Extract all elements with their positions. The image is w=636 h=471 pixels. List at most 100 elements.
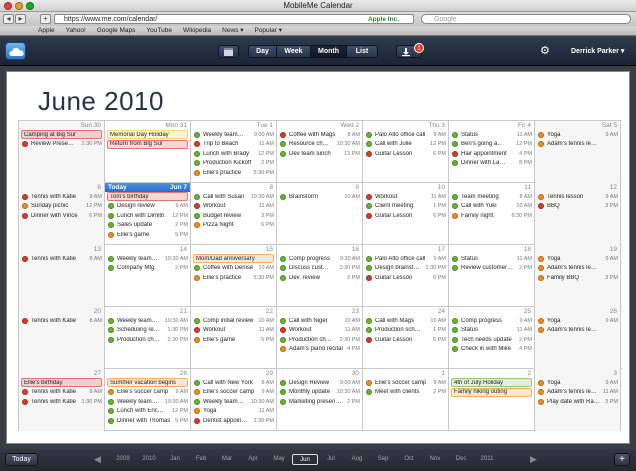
calendar-event[interactable]: Dinner with Vince 6 PM [19, 211, 104, 221]
month-view-button[interactable]: Month [311, 46, 347, 57]
bookmark-item[interactable]: Wikipedia [183, 26, 211, 35]
bookmark-item[interactable]: Google Maps [97, 26, 136, 35]
timeline-month[interactable]: Jul [318, 454, 344, 465]
timeline-left-arrow-icon[interactable]: ◀ [94, 454, 101, 465]
bookmark-item[interactable]: Apple [38, 26, 55, 35]
timeline-month[interactable]: Apr [240, 454, 266, 465]
calendar-event[interactable]: Company Mtg. 2 PM [105, 264, 190, 274]
calendar-event[interactable]: Budget review 3 PM [191, 211, 276, 221]
timeline-month[interactable]: Oct [396, 454, 422, 465]
calendar-event[interactable]: Workout 11 AM [277, 326, 362, 336]
calendar-event[interactable]: Adam's tennis le… 11 AM [535, 388, 620, 398]
calendar-event[interactable]: Trip to Beach 11 AM [191, 140, 276, 150]
timeline-month[interactable]: Jun [292, 454, 318, 465]
calendar-event[interactable]: Weekly team… 10:30 AM [105, 397, 190, 407]
calendar-event[interactable]: Guitar Lesson 6 PM [363, 335, 448, 345]
calendar-event[interactable]: Dev. review 2 PM [277, 273, 362, 283]
calendar-event[interactable]: Yoga 9 AM [535, 316, 620, 326]
day-cell[interactable]: 16 Comp progress 9:30 AM Discuss cust… 1:30 … [277, 245, 363, 307]
calendar-event[interactable]: Call with Mags 10 AM [363, 316, 448, 326]
day-cell[interactable]: 22 Comp initial review 10 AM Workout 11 AM El… [191, 307, 277, 369]
calendar-event[interactable]: Family night 6:30 PM [449, 211, 534, 221]
day-cell[interactable]: 10 Workout 11 AM Client meeting 1 PM Guitar L… [363, 183, 449, 245]
address-bar[interactable]: https://www.me.com/calendar/ Apple Inc. [54, 14, 414, 24]
calendar-event[interactable]: Tennis with Katie 8 AM [19, 192, 104, 202]
all-day-event[interactable]: Ellie's birthday [21, 378, 102, 387]
calendar-event[interactable]: Ellie's practice 5:30 PM [191, 273, 276, 283]
day-cell[interactable]: Fri 4 Status 11 AM Ben's going a… 12 PM Hair … [449, 121, 535, 183]
calendar-event[interactable]: Palo Alto office call 9 AM [363, 254, 448, 264]
calendar-event[interactable]: Comp progress 9 AM [449, 316, 534, 326]
calendar-event[interactable]: Production ch… 2:30 PM [277, 335, 362, 345]
calendar-event[interactable]: Guitar Lesson 6 PM [363, 273, 448, 283]
day-cell[interactable]: 30 Design Review 9:00 AM Monthly update 10:3… [277, 369, 363, 431]
day-cell[interactable]: 28 Summer vacation begins Ellie's soccer c… [105, 369, 191, 431]
day-cell[interactable]: 6 Tennis with Katie 8 AM Sunday picnic 12 PM… [19, 183, 105, 245]
all-day-event[interactable]: 4th of July Holiday [451, 378, 532, 387]
calendar-event[interactable]: Dinner with Thomas 5 PM [105, 416, 190, 426]
calendar-event[interactable]: Production ch… 2:30 PM [105, 335, 190, 345]
calendar-event[interactable]: Brainstorm 10 AM [277, 192, 362, 202]
calendar-event[interactable]: Palo Alto office call 9 AM [363, 130, 448, 140]
calendar-event[interactable]: Guitar Lesson 6 PM [363, 211, 448, 221]
calendar-event[interactable]: Coffee with Mags 8 AM [277, 130, 362, 140]
day-cell[interactable]: Sat 5 Yoga 9 AM Adam's tennis le… [535, 121, 620, 183]
forward-icon[interactable]: ▸ [15, 14, 26, 24]
calendar-event[interactable]: Family BBQ 3 PM [535, 273, 620, 283]
day-cell[interactable]: 13 Tennis with Katie 8 AM [19, 245, 105, 307]
calendar-event[interactable]: Workout 11 AM [191, 202, 276, 212]
back-icon[interactable]: ◂ [3, 14, 14, 24]
search-input[interactable]: Google [421, 14, 631, 24]
bookmark-item[interactable]: News ▾ [222, 26, 243, 35]
day-cell[interactable]: 18 Status 11 AM Review customer… 2 PM [449, 245, 535, 307]
day-cell[interactable]: 24 Call with Mags 10 AM Production sch… 1 PM… [363, 307, 449, 369]
calendar-event[interactable]: Adam's tennis le… [535, 264, 620, 274]
day-cell[interactable]: 15 Mom/Dad anniversary Coffee with Denise 1… [191, 245, 277, 307]
all-day-event[interactable]: Tom's birthday [107, 192, 188, 201]
calendar-event[interactable]: Call with Yuki 10 AM [449, 202, 534, 212]
calendar-event[interactable]: Pizza Night 6 PM [191, 221, 276, 231]
day-cell[interactable]: Sun 30 Camping at Big Sur Review Prese… 1:3… [19, 121, 105, 183]
all-day-event[interactable]: Summer vacation begins [107, 378, 188, 387]
calendar-event[interactable]: Check in with Mike 4 PM [449, 345, 534, 355]
calendar-event[interactable]: Marketing presen… 2 PM [277, 397, 362, 407]
calendar-event[interactable]: Adam's tennis le… [535, 140, 620, 150]
calendar-event[interactable]: Play date with Ra… 3 PM [535, 397, 620, 407]
calendar-event[interactable]: Status 11 AM [449, 254, 534, 264]
timeline-month[interactable]: 2011 [474, 454, 500, 465]
timeline-right-arrow-icon[interactable]: ▶ [530, 454, 537, 465]
calendar-event[interactable]: Yoga 9 AM [535, 378, 620, 388]
calendar-event[interactable]: Guitar Lesson 6 PM [363, 149, 448, 159]
timeline-month[interactable]: 2010 [136, 454, 162, 465]
calendar-event[interactable]: Yoga 9 AM [535, 254, 620, 264]
calendar-event[interactable]: Ellie's soccer camp 9 AM [105, 388, 190, 398]
calendar-event[interactable]: Call with Julie 12 PM [363, 140, 448, 150]
calendar-event[interactable]: Weekly team… 10:30 AM [105, 254, 190, 264]
calendar-event[interactable]: Hair appointment 4 PM [449, 149, 534, 159]
timeline-month[interactable]: Jan [162, 454, 188, 465]
calendar-event[interactable]: Tennis with Katie 8 AM [19, 254, 104, 264]
calendar-event[interactable]: Design review 9 AM [105, 202, 190, 212]
calendar-event[interactable]: Sales update 2 PM [105, 221, 190, 231]
day-cell[interactable]: Thu 3 Palo Alto office call 9 AM Call with … [363, 121, 449, 183]
calendar-event[interactable]: Tennis with Katie 8 AM [19, 388, 104, 398]
calendar-event[interactable]: Review Prese… 1:30 PM [19, 140, 104, 150]
timeline-month[interactable]: Nov [422, 454, 448, 465]
day-cell[interactable]: 9 Brainstorm 10 AM [277, 183, 363, 245]
mobileme-cloud-icon[interactable] [5, 42, 26, 60]
calendar-event[interactable]: Tennis lesson 9 AM [535, 192, 620, 202]
day-cell[interactable]: 8 Call with Susan 10:30 AM Workout 11 AM Budg… [191, 183, 277, 245]
calendar-event[interactable]: Dinner with La… 8 PM [449, 159, 534, 169]
timeline-month[interactable]: Feb [188, 454, 214, 465]
all-day-event[interactable]: Family hiking outing [451, 387, 532, 397]
calendar-event[interactable]: Yoga 11 AM [191, 407, 276, 417]
calendar-event[interactable]: Tech needs update 2 PM [449, 335, 534, 345]
calendar-event[interactable]: Comp progress 9:30 AM [277, 254, 362, 264]
day-cell[interactable]: 1 Ellie's soccer camp 9 AM Meet with client… [363, 369, 449, 431]
add-event-button[interactable]: + [614, 453, 630, 466]
day-cell[interactable]: 19 Yoga 9 AM Adam's tennis le… Family BBQ 3 P… [535, 245, 620, 307]
calendar-event[interactable]: Call with Nigel 10 AM [277, 316, 362, 326]
calendar-event[interactable]: Ellie's soccer camp 9 AM [363, 378, 448, 388]
calendar-event[interactable]: Call with Susan 10:30 AM [191, 192, 276, 202]
calendar-event[interactable]: Dentist appoin… 2:30 PM [191, 416, 276, 426]
